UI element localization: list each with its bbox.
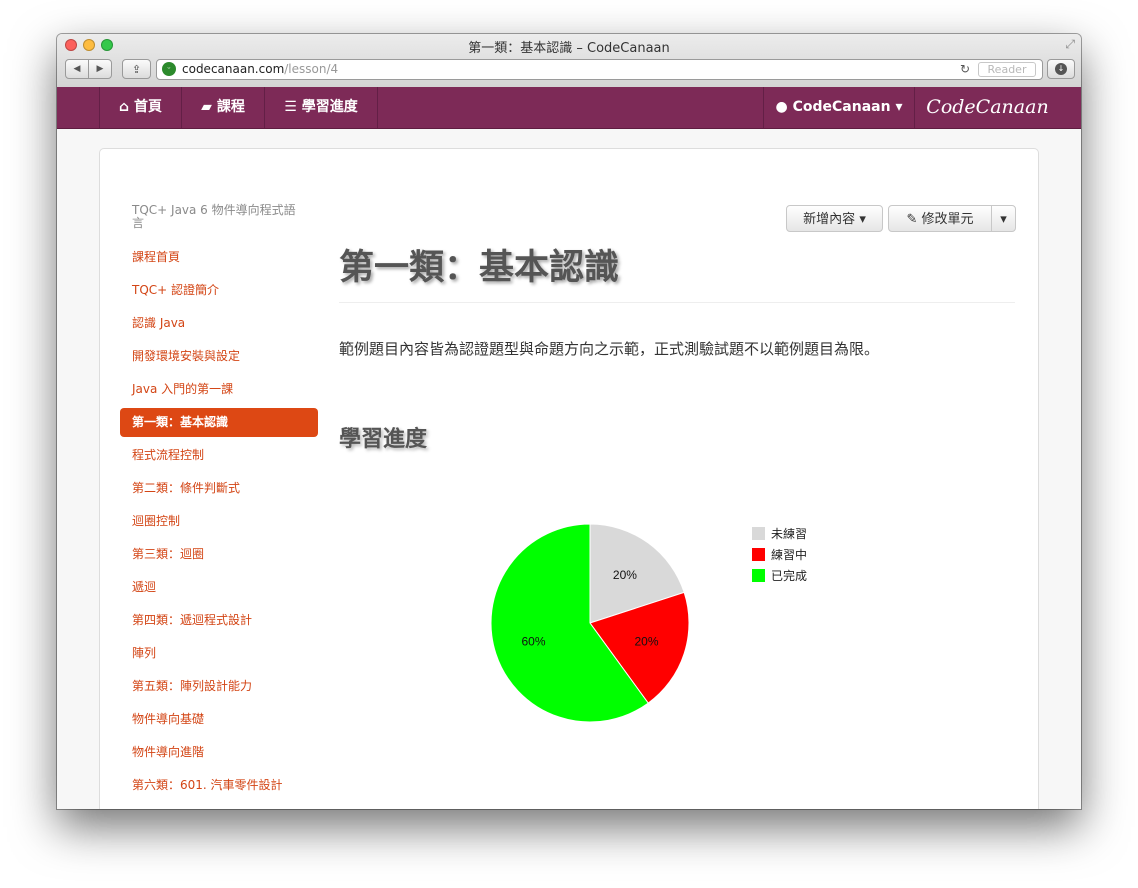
sidebar-item[interactable]: 第五類：陣列設計能力 <box>120 672 318 701</box>
chart-legend: 未練習 練習中 已完成 <box>752 523 807 586</box>
history-buttons: ◀ ▶ <box>65 59 112 79</box>
nav-home[interactable]: ⌂ 首頁 <box>100 87 181 128</box>
legend-label: 練習中 <box>771 548 808 562</box>
sidebar-item[interactable]: 第六類：601. 汽車零件設計 <box>120 771 318 800</box>
edit-unit-button[interactable]: ✎ 修改單元 <box>888 205 992 232</box>
nav-home-label: 首頁 <box>133 99 162 115</box>
sidebar-item[interactable]: 認識 Java <box>120 309 318 338</box>
home-icon: ⌂ <box>119 99 130 115</box>
nav-progress-label: 學習進度 <box>301 99 358 115</box>
pie-slice-label: 20% <box>613 568 637 582</box>
back-arrow-icon[interactable]: ◀ <box>66 60 88 78</box>
pie-slice-label: 20% <box>634 634 658 648</box>
book-icon: ▰ <box>201 99 212 115</box>
fullscreen-icon[interactable]: ⤢ <box>1065 37 1075 52</box>
edit-icon: ✎ <box>906 212 918 227</box>
progress-pie-chart: 20% 20% 60% <box>490 523 690 723</box>
legend-item: 未練習 <box>752 523 807 544</box>
reader-button[interactable]: Reader <box>978 62 1036 77</box>
forward-arrow-icon[interactable]: ▶ <box>88 60 111 78</box>
url-path: /lesson/4 <box>284 62 339 76</box>
lesson-description: 範例題目內容皆為認證題型與命題方向之示範，正式測驗試題不以範例題目為限。 <box>339 340 880 358</box>
sidebar-item[interactable]: 陣列 <box>120 639 318 668</box>
nav-divider <box>377 87 378 128</box>
legend-swatch <box>752 569 765 582</box>
legend-swatch <box>752 548 765 561</box>
address-bar[interactable]: ᵕ codecanaan.com/lesson/4 ↻ Reader <box>156 59 1043 80</box>
legend-item: 已完成 <box>752 565 807 586</box>
title-divider <box>339 302 1015 303</box>
nav-courses[interactable]: ▰ 課程 <box>182 87 264 128</box>
user-menu[interactable]: ● CodeCanaan ▾ <box>764 87 914 128</box>
sidebar-item[interactable]: Java 入門的第一課 <box>120 375 318 404</box>
sidebar-item[interactable]: 程式流程控制 <box>120 441 318 470</box>
site-favicon-icon: ᵕ <box>162 62 176 76</box>
course-title: TQC+ Java 6 物件導向程式語言 <box>132 203 296 230</box>
sidebar-item[interactable]: 遞迴 <box>120 573 318 602</box>
sidebar-item[interactable]: 第一類：基本認識 <box>120 408 318 437</box>
caret-down-icon: ▾ <box>895 99 903 115</box>
download-icon: ↓ <box>1055 63 1067 75</box>
pie-slice-label: 60% <box>521 634 545 648</box>
sidebar-item[interactable]: 物件導向基礎 <box>120 705 318 734</box>
sidebar-item[interactable]: 第三類：迴圈 <box>120 540 318 569</box>
window-title: 第一類：基本認識 – CodeCanaan <box>468 41 670 56</box>
legend-label: 未練習 <box>771 527 808 541</box>
downloads-button[interactable]: ↓ <box>1047 59 1075 79</box>
sidebar-item[interactable]: 課程首頁 <box>120 243 318 272</box>
add-content-button[interactable]: 新增內容 ▾ <box>786 205 883 232</box>
edit-unit-label: 修改單元 <box>921 212 974 227</box>
tasks-icon: ☰ <box>284 99 297 115</box>
progress-heading: 學習進度 <box>339 427 428 452</box>
page-title: 第一類：基本認識 <box>339 248 620 288</box>
sidebar-item[interactable]: TQC+ 認證簡介 <box>120 276 318 305</box>
url-domain: codecanaan.com <box>182 62 285 76</box>
legend-swatch <box>752 527 765 540</box>
edit-unit-dropdown[interactable]: ▾ <box>991 205 1016 232</box>
user-name: CodeCanaan <box>792 99 891 115</box>
sidebar-item[interactable]: 第四類：遞迴程式設計 <box>120 606 318 635</box>
site-navbar: ⌂ 首頁 ▰ 課程 ☰ 學習進度 ● CodeCanaan ▾ CodeCana… <box>57 87 1081 129</box>
caret-down-icon: ▾ <box>1000 212 1007 227</box>
sidebar-item[interactable]: 第二類：條件判斷式 <box>120 474 318 503</box>
caret-down-icon: ▾ <box>859 212 866 227</box>
nav-courses-label: 課程 <box>216 99 245 115</box>
title-bar: 第一類：基本認識 – CodeCanaan ⤢ ◀ ▶ ⇪ ᵕ codecana… <box>57 34 1081 88</box>
share-icon[interactable]: ⇪ <box>122 59 151 79</box>
brand-logo[interactable]: CodeCanaan <box>915 87 1060 128</box>
sidebar-item[interactable]: 迴圈控制 <box>120 507 318 536</box>
legend-item: 練習中 <box>752 544 807 565</box>
sidebar-item[interactable]: 開發環境安裝與設定 <box>120 342 318 371</box>
user-icon: ● <box>775 99 788 115</box>
browser-window: 第一類：基本認識 – CodeCanaan ⤢ ◀ ▶ ⇪ ᵕ codecana… <box>57 34 1081 809</box>
add-content-label: 新增內容 <box>803 212 856 227</box>
sidebar-item[interactable]: 物件導向進階 <box>120 738 318 767</box>
content-panel: TQC+ Java 6 物件導向程式語言 課程首頁 TQC+ 認證簡介 認識 Jav… <box>99 148 1039 809</box>
nav-progress[interactable]: ☰ 學習進度 <box>265 87 377 128</box>
url-text[interactable]: codecanaan.com/lesson/4 <box>182 60 338 79</box>
reload-icon[interactable]: ↻ <box>960 60 970 79</box>
legend-label: 已完成 <box>771 569 808 583</box>
